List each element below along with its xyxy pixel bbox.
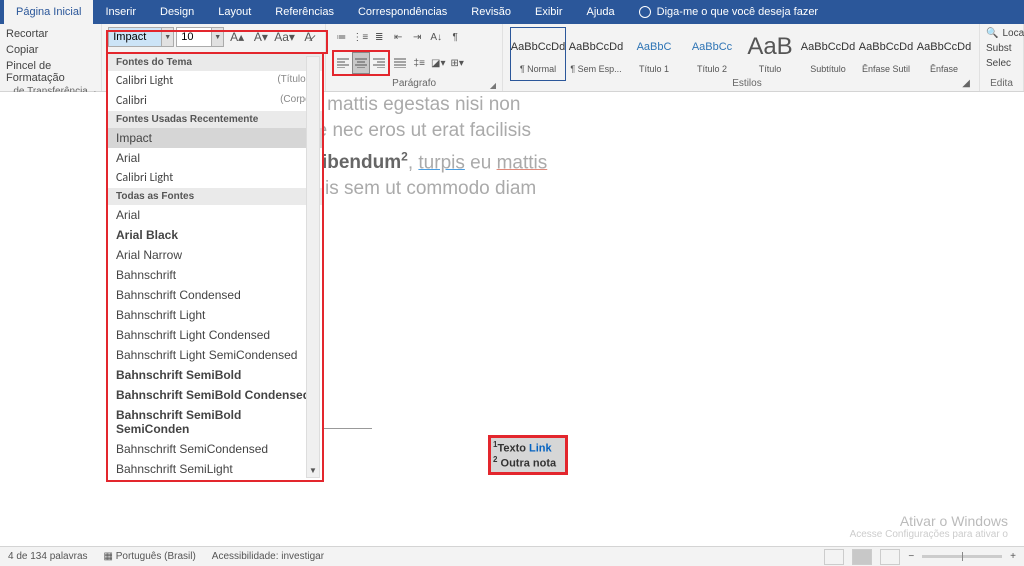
font-option-calibri-light[interactable]: Calibri Light(Títulos) bbox=[108, 71, 322, 91]
print-layout-button[interactable] bbox=[852, 549, 872, 565]
font-size-box[interactable]: 10 ▼ bbox=[176, 27, 224, 47]
word-count[interactable]: 4 de 134 palavras bbox=[8, 551, 88, 562]
tell-me-search[interactable]: Diga-me o que você deseja fazer bbox=[627, 6, 830, 18]
font-option-arial-black[interactable]: Arial Black bbox=[108, 225, 322, 245]
font-option-arial[interactable]: Arial bbox=[108, 205, 322, 225]
font-name-dropdown-button[interactable]: ▼ bbox=[161, 28, 173, 46]
font-option-bahnschrift-semibold-condensed[interactable]: Bahnschrift SemiBold Condensed bbox=[108, 385, 322, 405]
align-left-button[interactable] bbox=[334, 52, 352, 74]
style-subt-tulo[interactable]: AaBbCcDdSubtítulo bbox=[800, 27, 856, 81]
font-size-dropdown-button[interactable]: ▼ bbox=[211, 28, 223, 46]
shading-button[interactable]: ◪▾ bbox=[429, 52, 447, 74]
tab-layout[interactable]: Layout bbox=[206, 0, 263, 24]
font-option-bahnschrift[interactable]: Bahnschrift bbox=[108, 265, 322, 285]
read-mode-button[interactable] bbox=[824, 549, 844, 565]
font-size-input[interactable]: 10 bbox=[177, 28, 211, 46]
alignment-highlight bbox=[332, 50, 390, 76]
group-clipboard: Recortar Copiar Pincel de Formatação de … bbox=[0, 24, 102, 91]
font-dropdown[interactable]: Fontes do Tema Calibri Light(Títulos)Cal… bbox=[106, 52, 324, 482]
cut-button[interactable]: Recortar bbox=[6, 26, 95, 42]
tab-help[interactable]: Ajuda bbox=[575, 0, 627, 24]
style-t-tulo-2[interactable]: AaBbCcTítulo 2 bbox=[684, 27, 740, 81]
group-styles-label: Estilos◢ bbox=[520, 78, 974, 89]
font-name-input[interactable]: Impact bbox=[109, 28, 161, 46]
shrink-font-button[interactable]: A▾ bbox=[250, 26, 272, 48]
footnote-1[interactable]: 1Texto Link bbox=[493, 440, 563, 455]
tab-design[interactable]: Design bbox=[148, 0, 206, 24]
font-option-arial-narrow[interactable]: Arial Narrow bbox=[108, 245, 322, 265]
tell-me-label: Diga-me o que você deseja fazer bbox=[657, 6, 818, 18]
tab-view[interactable]: Exibir bbox=[523, 0, 575, 24]
font-option-impact[interactable]: Impact bbox=[108, 128, 322, 148]
style--nfase[interactable]: AaBbCcDdÊnfase bbox=[916, 27, 972, 81]
select-button[interactable]: Selec bbox=[986, 56, 1017, 71]
increase-indent-button[interactable]: ⇥ bbox=[408, 26, 426, 48]
format-painter-button[interactable]: Pincel de Formatação bbox=[6, 58, 95, 86]
status-bar: 4 de 134 palavras ▦ Português (Brasil) A… bbox=[0, 546, 1024, 566]
zoom-out-button[interactable]: − bbox=[908, 551, 914, 562]
tab-references[interactable]: Referências bbox=[263, 0, 346, 24]
bulb-icon bbox=[639, 6, 651, 18]
launcher-icon[interactable]: ◢ bbox=[962, 78, 970, 89]
multilevel-button[interactable]: ≣ bbox=[370, 26, 388, 48]
scrollbar[interactable]: ▼ bbox=[306, 56, 320, 478]
font-option-bahnschrift-light[interactable]: Bahnschrift Light bbox=[108, 305, 322, 325]
line-spacing-button[interactable]: ‡≡ bbox=[410, 52, 428, 74]
font-option-bahnschrift-semilight[interactable]: Bahnschrift SemiLight bbox=[108, 459, 322, 479]
style--normal[interactable]: AaBbCcDd¶ Normal bbox=[510, 27, 566, 81]
font-option-bahnschrift-light-semicondensed[interactable]: Bahnschrift Light SemiCondensed bbox=[108, 345, 322, 365]
zoom-slider[interactable] bbox=[922, 555, 1002, 558]
group-paragraph-label: Parágrafo◢ bbox=[332, 78, 496, 91]
decrease-indent-button[interactable]: ⇤ bbox=[389, 26, 407, 48]
style--sem-esp-[interactable]: AaBbCcDd¶ Sem Esp... bbox=[568, 27, 624, 81]
style-t-tulo[interactable]: AaBTítulo bbox=[742, 27, 798, 81]
show-marks-button[interactable]: ¶ bbox=[446, 26, 464, 48]
font-name-box[interactable]: Impact ▼ bbox=[108, 27, 174, 47]
windows-activation-watermark: Ativar o Windows Acesse Configurações pa… bbox=[850, 513, 1008, 540]
justify-button[interactable] bbox=[391, 52, 409, 74]
font-option-calibri[interactable]: Calibri(Corpo) bbox=[108, 91, 322, 111]
accessibility-status[interactable]: Acessibilidade: investigar bbox=[212, 551, 324, 562]
replace-button[interactable]: Subst bbox=[986, 41, 1017, 56]
align-center-button[interactable] bbox=[352, 52, 370, 74]
zoom-in-button[interactable]: + bbox=[1010, 551, 1016, 562]
clear-formatting-button[interactable]: A̷ bbox=[297, 26, 319, 48]
style-t-tulo-1[interactable]: AaBbCTítulo 1 bbox=[626, 27, 682, 81]
align-right-button[interactable] bbox=[370, 52, 388, 74]
footnote-2[interactable]: 2 Outra nota bbox=[493, 455, 563, 470]
sort-button[interactable]: A↓ bbox=[427, 26, 445, 48]
font-option-bahnschrift-semibold[interactable]: Bahnschrift SemiBold bbox=[108, 365, 322, 385]
launcher-icon[interactable]: ◢ bbox=[488, 81, 498, 91]
web-layout-button[interactable] bbox=[880, 549, 900, 565]
tab-insert[interactable]: Inserir bbox=[93, 0, 148, 24]
group-paragraph: ≔ ⋮≡ ≣ ⇤ ⇥ A↓ ¶ ‡≡ bbox=[326, 24, 503, 91]
tab-home[interactable]: Página Inicial bbox=[4, 0, 93, 24]
font-option-bahnschrift-semilight-condensed[interactable]: Bahnschrift SemiLight Condensed bbox=[108, 479, 322, 480]
font-option-calibri-light[interactable]: Calibri Light bbox=[108, 168, 322, 188]
footnotes-annotation: 1Texto Link 2 Outra nota bbox=[488, 435, 568, 474]
scroll-down-icon[interactable]: ▼ bbox=[309, 466, 317, 475]
numbering-button[interactable]: ⋮≡ bbox=[351, 26, 369, 48]
ribbon-tabs: Página Inicial Inserir Design Layout Ref… bbox=[0, 0, 1024, 24]
change-case-button[interactable]: Aa▾ bbox=[274, 26, 296, 48]
font-option-bahnschrift-semicondensed[interactable]: Bahnschrift SemiCondensed bbox=[108, 439, 322, 459]
borders-button[interactable]: ⊞▾ bbox=[448, 52, 466, 74]
font-option-bahnschrift-light-condensed[interactable]: Bahnschrift Light Condensed bbox=[108, 325, 322, 345]
font-option-arial[interactable]: Arial bbox=[108, 148, 322, 168]
font-option-bahnschrift-condensed[interactable]: Bahnschrift Condensed bbox=[108, 285, 322, 305]
grow-font-button[interactable]: A▴ bbox=[226, 26, 248, 48]
tab-review[interactable]: Revisão bbox=[459, 0, 523, 24]
find-button[interactable]: 🔍 Local bbox=[986, 26, 1017, 41]
font-dd-all-header: Todas as Fontes bbox=[108, 188, 322, 205]
style--nfase-sutil[interactable]: AaBbCcDdÊnfase Sutil bbox=[858, 27, 914, 81]
tab-mailings[interactable]: Correspondências bbox=[346, 0, 459, 24]
font-dd-recent-header: Fontes Usadas Recentemente bbox=[108, 111, 322, 128]
group-editing: 🔍 Local Subst Selec Edita bbox=[980, 24, 1024, 91]
language-status[interactable]: ▦ Português (Brasil) bbox=[104, 551, 196, 562]
bullets-button[interactable]: ≔ bbox=[332, 26, 350, 48]
group-editing-label: Edita bbox=[986, 78, 1017, 91]
copy-button[interactable]: Copiar bbox=[6, 42, 95, 58]
font-option-bahnschrift-semibold-semiconden[interactable]: Bahnschrift SemiBold SemiConden bbox=[108, 405, 322, 439]
font-dd-theme-header: Fontes do Tema bbox=[108, 54, 322, 71]
